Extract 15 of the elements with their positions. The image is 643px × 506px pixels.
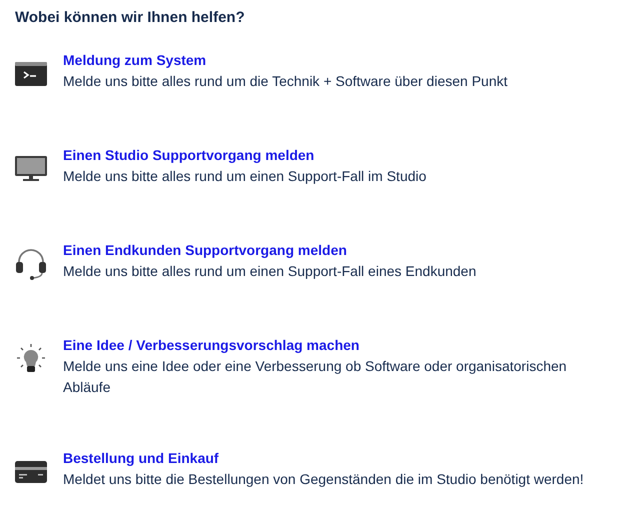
request-type-description: Melde uns bitte alles rund um einen Support-Fall im Studio [63, 167, 426, 186]
request-type-description: Melde uns eine Idee oder eine Verbesserung ob Software oder organisatorischen Abläufe [63, 357, 568, 397]
request-type-link[interactable]: Meldung zum System [63, 50, 206, 71]
request-type-description: Melde uns bitte alles rund um die Technik + Software über diesen Punkt [63, 72, 508, 91]
request-type-link[interactable]: Einen Studio Supportvorgang melden [63, 145, 314, 166]
headset-icon [15, 248, 47, 280]
terminal-icon [15, 62, 47, 86]
request-type-description: Meldet uns bitte die Bestellungen von Gegenständen die im Studio benötigt werden! [63, 470, 584, 489]
request-type-link[interactable]: Eine Idee / Verbesserungsvorschlag machen [63, 335, 360, 356]
credit-card-icon [15, 461, 47, 483]
request-type-link[interactable]: Einen Endkunden Supportvorgang melden [63, 240, 347, 261]
request-type-link[interactable]: Bestellung und Einkauf [63, 448, 219, 469]
monitor-icon [15, 156, 47, 182]
page-heading: Wobei können wir Ihnen helfen? [15, 8, 246, 28]
request-type-description: Melde uns bitte alles rund um einen Support-Fall eines Endkunden [63, 262, 476, 281]
